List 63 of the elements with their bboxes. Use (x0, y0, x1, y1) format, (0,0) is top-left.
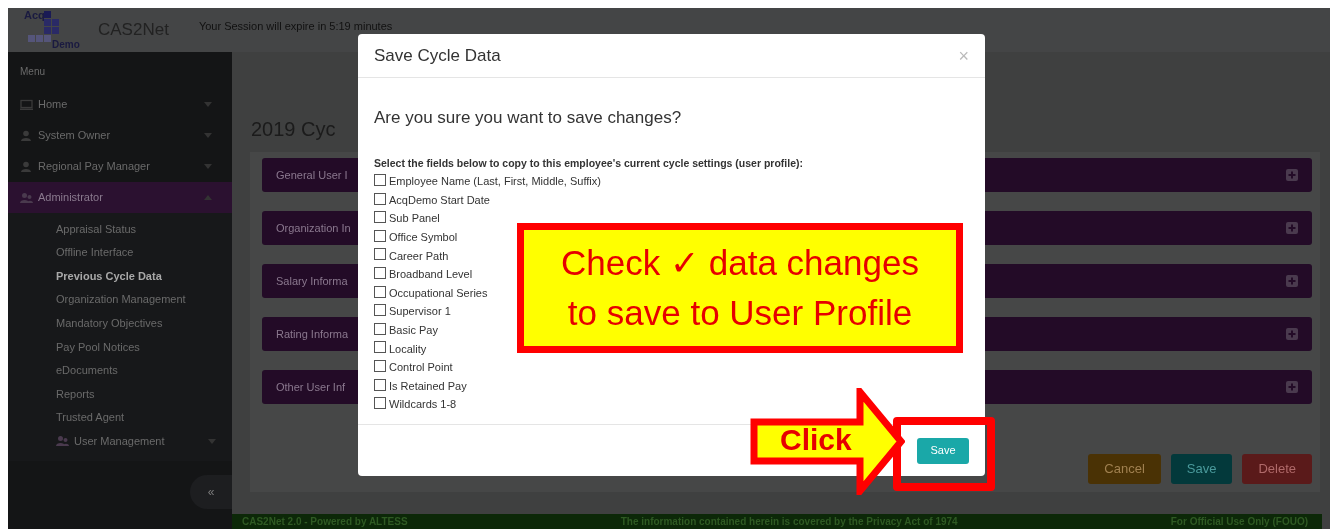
people-icon (56, 435, 69, 448)
callout-text: to save to User Profile (567, 292, 913, 334)
checkbox[interactable] (374, 285, 386, 298)
callout-text: Check ✓ data changes (561, 242, 919, 285)
sidebar-subitem[interactable]: Pay Pool Notices (8, 334, 232, 359)
checkbox-label: Basic Pay (389, 323, 438, 339)
caret-icon (204, 133, 212, 138)
people-icon (20, 191, 33, 204)
instruction-text: Select the fields below to copy to this employee's current cycle settings (user profile): (374, 155, 805, 171)
arrow-label: Click (780, 422, 852, 458)
checkbox[interactable] (374, 229, 386, 242)
sidebar-subitem[interactable]: Trusted Agent (8, 405, 232, 430)
checkbox[interactable] (374, 174, 386, 187)
sidebar-subitem[interactable]: eDocuments (8, 358, 232, 383)
collapse-button[interactable]: « (190, 474, 232, 509)
sidebar-subitem[interactable]: Reports (8, 382, 232, 406)
checkbox-label: Control Point (389, 360, 453, 376)
checkbox-label: Career Path (389, 248, 449, 264)
cancel-button[interactable]: Cancel (1088, 454, 1161, 484)
checkbox[interactable] (374, 360, 386, 372)
checkbox[interactable] (374, 341, 386, 354)
save-button[interactable]: Save (917, 437, 969, 464)
caret-icon (204, 195, 212, 200)
sidebar-item[interactable]: Regional Pay Manager (8, 151, 232, 182)
person-icon (20, 160, 33, 173)
close-button[interactable]: × (958, 46, 969, 65)
sidebar-subitem[interactable]: Mandatory Objectives (8, 311, 232, 335)
checkbox-label: Sub Panel (389, 211, 440, 227)
person-icon (20, 129, 33, 142)
caret-icon (204, 164, 212, 169)
sidebar-item[interactable]: Home (8, 89, 232, 120)
sidebar-item[interactable]: Administrator (8, 182, 232, 213)
checkbox-label: Locality (389, 341, 427, 357)
checkbox[interactable] (374, 304, 386, 317)
sidebar-subitem[interactable]: Offline Interface (8, 240, 232, 265)
checkbox-label: Wildcards 1-8 (389, 397, 457, 413)
checkbox[interactable] (374, 397, 386, 410)
sidebar-heading: Menu (19, 65, 46, 79)
confirm-question: Are you sure you want to save changes? (374, 107, 683, 129)
checkbox-label: Occupational Series (389, 285, 488, 301)
delete-button[interactable]: Delete (1242, 454, 1312, 484)
checkbox[interactable] (374, 211, 386, 224)
sidebar-subitem[interactable]: Appraisal Status (8, 217, 232, 241)
save-button[interactable]: Save (1170, 454, 1233, 484)
caret-icon (204, 102, 212, 107)
checkbox[interactable] (374, 378, 386, 391)
caret-icon (208, 438, 216, 444)
sidebar-subitem[interactable]: Previous Cycle Data (8, 264, 232, 288)
checkbox-label: Supervisor 1 (389, 304, 451, 320)
checkbox-label: Employee Name (Last, First, Middle, Suffix) (389, 174, 601, 190)
sidebar-subitem[interactable]: Organization Management (8, 287, 232, 312)
sidebar-item[interactable]: System Owner (8, 120, 232, 151)
checkbox[interactable] (374, 192, 386, 205)
sidebar-subitem[interactable]: User Management (8, 429, 232, 453)
checkbox-label: Office Symbol (389, 230, 458, 246)
checkbox-label: AcqDemo Start Date (389, 192, 490, 208)
checkbox[interactable] (374, 248, 386, 261)
modal-title: Save Cycle Data (374, 44, 501, 67)
monitor-icon (20, 98, 33, 111)
checkbox[interactable] (374, 267, 386, 279)
checkbox-label: Is Retained Pay (389, 378, 467, 394)
checkbox-label: Broadband Level (389, 267, 473, 283)
checkbox[interactable] (374, 322, 386, 335)
